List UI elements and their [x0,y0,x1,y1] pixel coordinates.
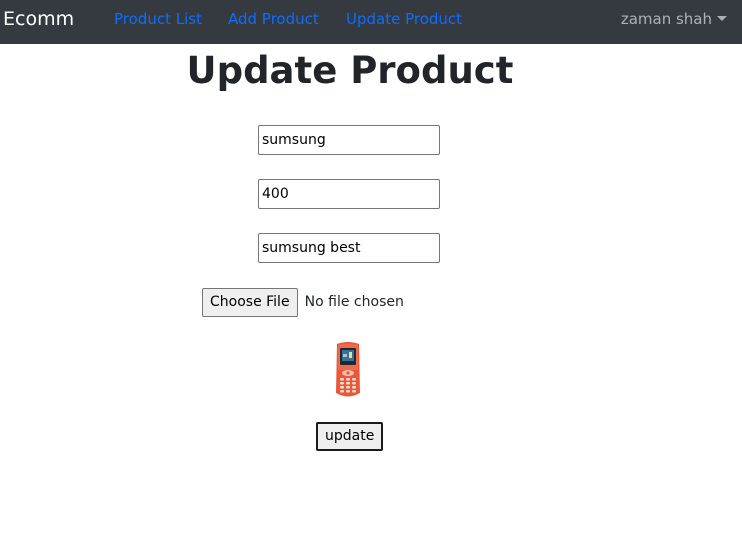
user-name: zaman shah [620,10,712,28]
product-image-phone-icon [336,342,360,397]
product-price-input[interactable] [258,179,440,209]
product-name-input[interactable] [258,125,440,155]
brand-link[interactable]: Ecomm [3,7,74,31]
user-menu-dropdown[interactable]: zaman shah [621,9,727,29]
nav-link-add-product[interactable]: Add Product [228,9,319,29]
navbar: Ecomm Product List Add Product Update Pr… [0,0,742,44]
update-button[interactable]: update [316,422,384,451]
page-title: Update Product [186,49,514,92]
file-status-text: No file chosen [304,294,404,310]
nav-link-product-list[interactable]: Product List [114,9,202,29]
choose-file-button[interactable]: Choose File [202,288,298,317]
caret-down-icon [717,16,727,21]
nav-link-update-product[interactable]: Update Product [346,9,462,29]
product-description-input[interactable] [258,233,440,263]
file-input[interactable]: Choose File No file chosen [202,288,404,317]
